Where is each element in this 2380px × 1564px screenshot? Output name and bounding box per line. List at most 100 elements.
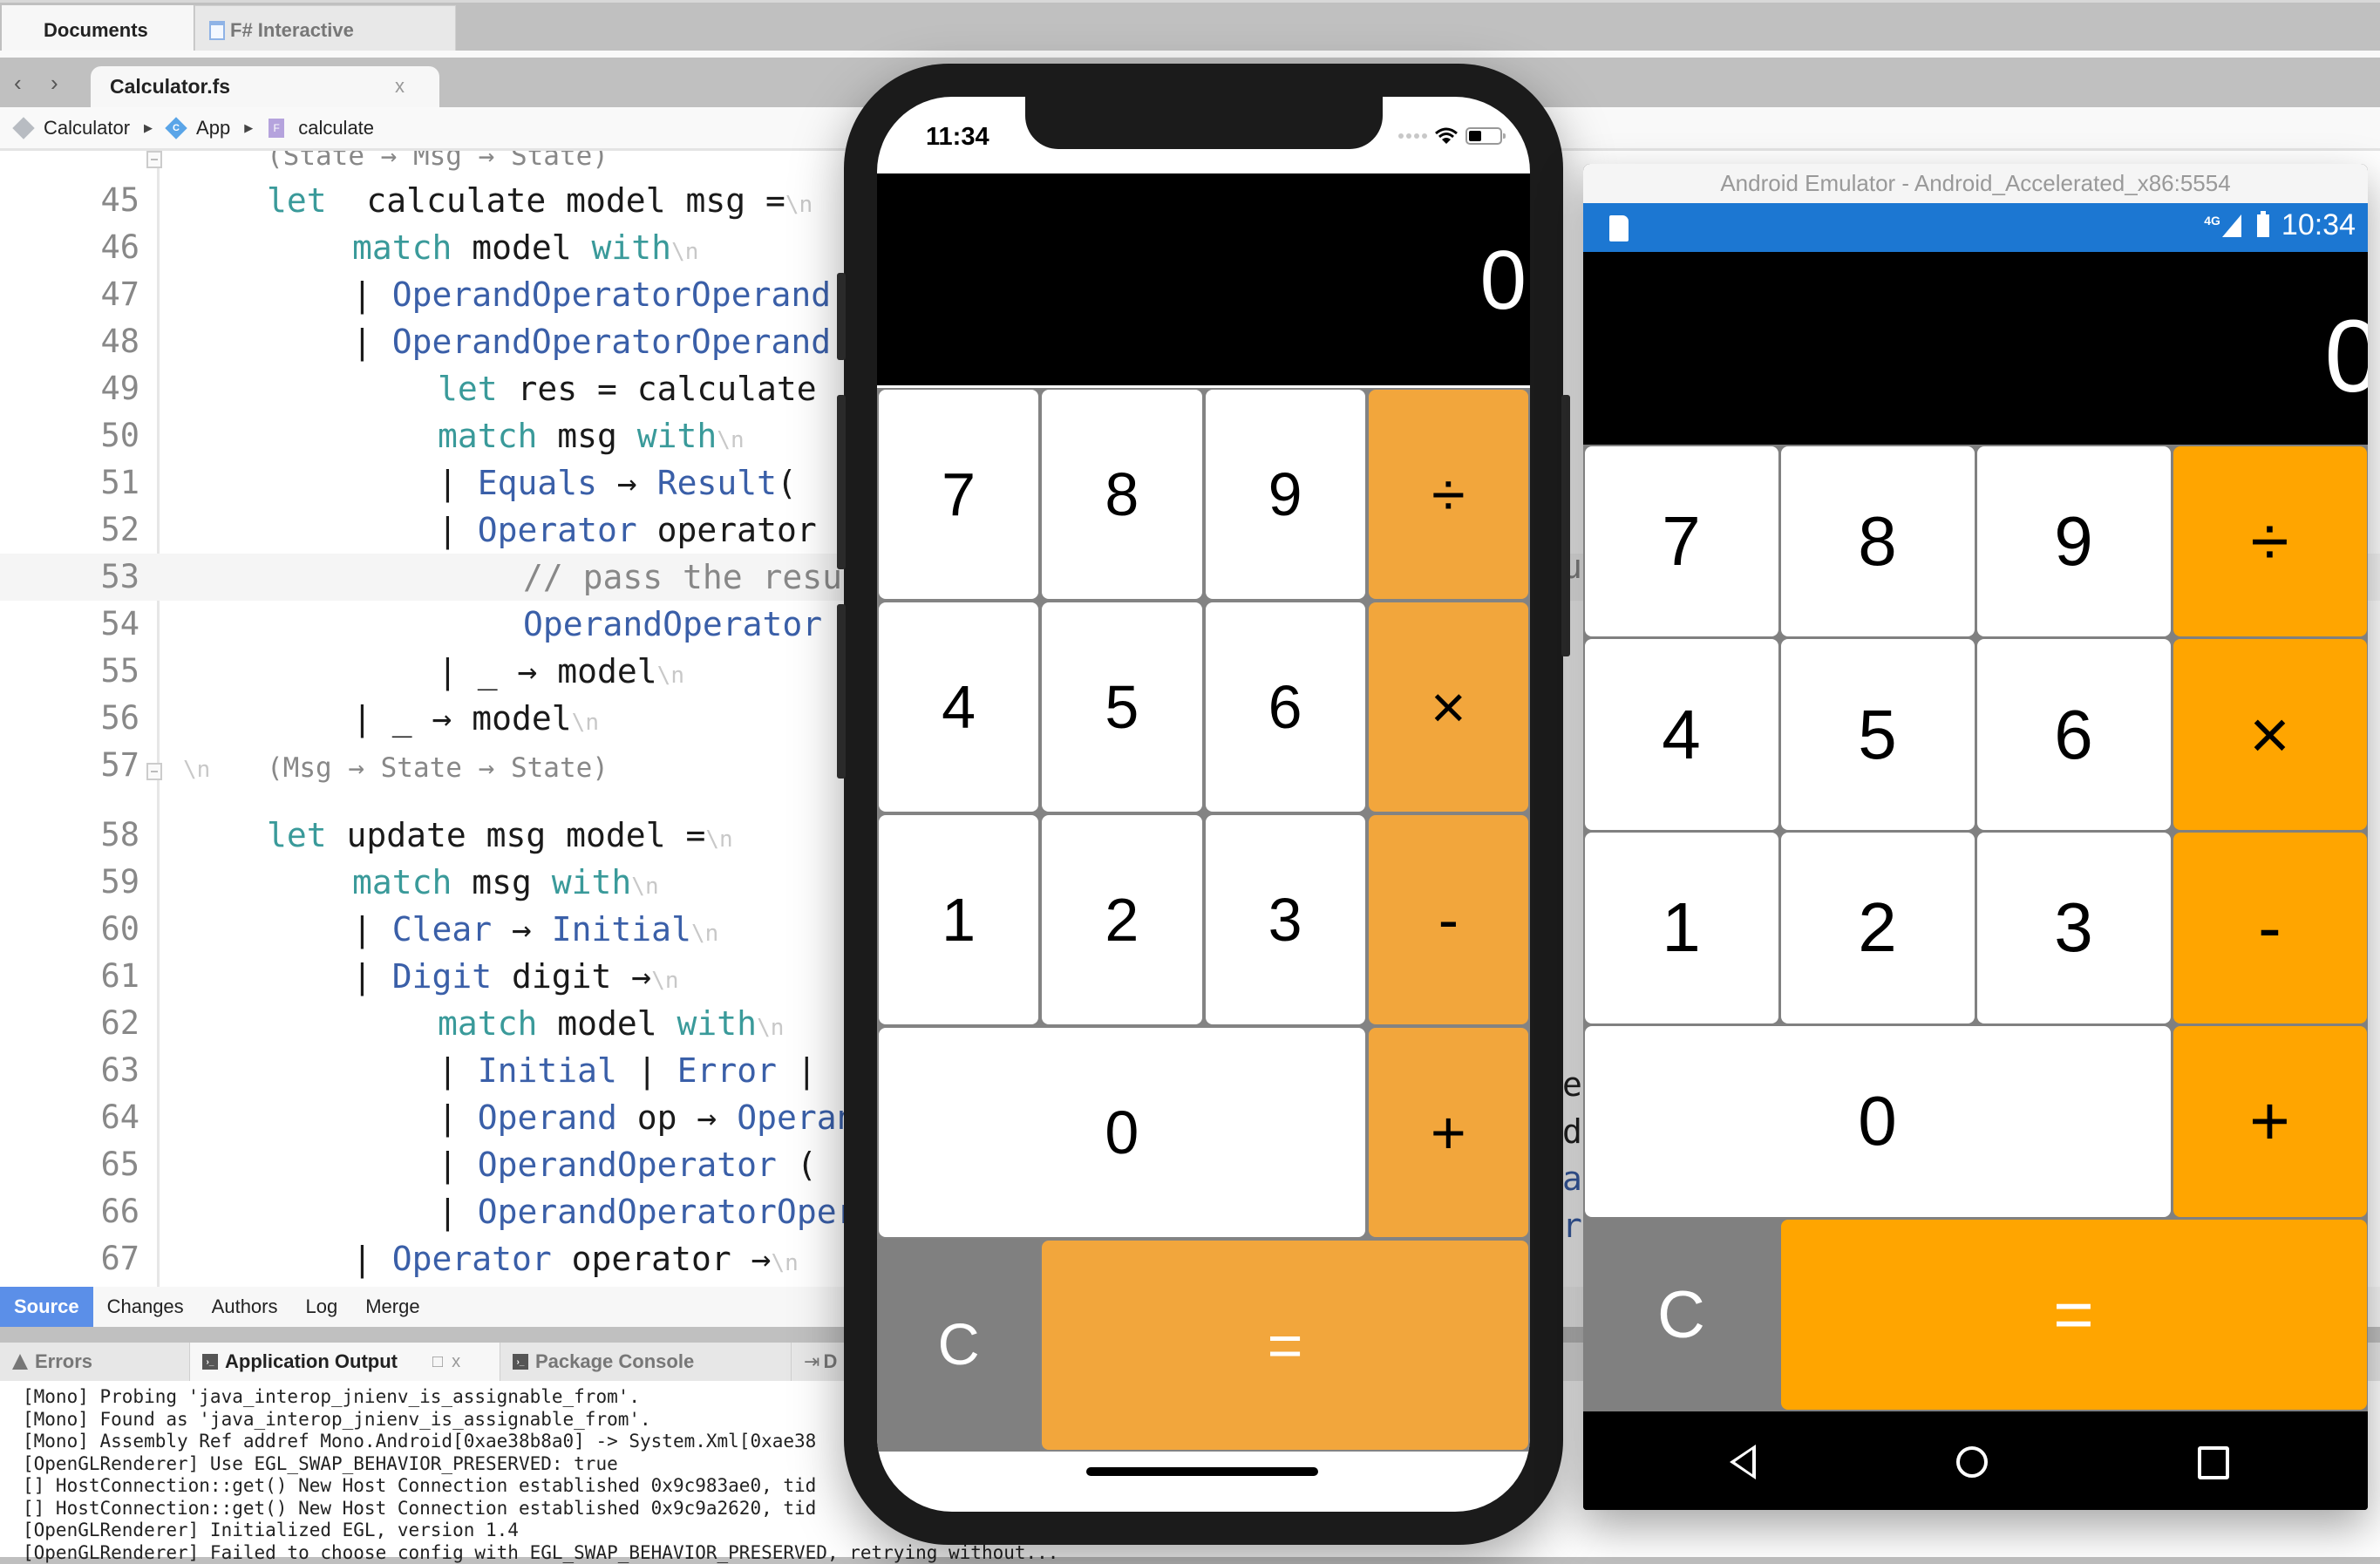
dock-icon[interactable]: □ <box>432 1352 443 1372</box>
tab-documents[interactable]: Documents <box>2 5 194 56</box>
code-text: let update msg model =\n <box>267 812 733 863</box>
digit-8-button[interactable]: 8 <box>1781 446 1975 637</box>
line-number: 63 <box>35 1047 139 1094</box>
line-number: 56 <box>35 695 139 742</box>
digit-6-button[interactable]: 6 <box>1206 602 1365 812</box>
volume-up-button[interactable] <box>837 395 846 569</box>
digit-0-button[interactable]: 0 <box>879 1028 1365 1237</box>
tab-source[interactable]: Source <box>0 1287 93 1327</box>
window-icon <box>209 21 225 40</box>
digit-2-button[interactable]: 2 <box>1781 833 1975 1023</box>
breadcrumb-item-class[interactable]: C App <box>168 117 230 139</box>
breadcrumb-label: calculate <box>298 117 374 139</box>
multiply-button[interactable]: × <box>2173 639 2367 830</box>
calculator-display: 0 <box>1583 252 2368 445</box>
terminal-icon: ›_ <box>513 1354 528 1370</box>
divide-button[interactable]: ÷ <box>1369 390 1528 599</box>
digit-8-button[interactable]: 8 <box>1042 390 1201 599</box>
clear-button[interactable]: C <box>877 1239 1040 1452</box>
home-icon[interactable] <box>1956 1446 1988 1478</box>
equals-button[interactable]: = <box>1042 1241 1528 1450</box>
code-text: // pass the result <box>523 554 882 601</box>
close-icon[interactable]: x <box>452 1352 460 1372</box>
digit-4-button[interactable]: 4 <box>879 602 1038 812</box>
fold-toggle-icon[interactable] <box>146 763 162 780</box>
editor-tab-label: Calculator.fs <box>110 75 230 99</box>
output-line: [OpenGLRenderer] Failed to choose config… <box>23 1542 2380 1564</box>
digit-5-button[interactable]: 5 <box>1781 639 1975 830</box>
cellular-signal-icon <box>1398 133 1427 139</box>
digit-7-button[interactable]: 7 <box>879 390 1038 599</box>
code-text: let calculate model msg =\n <box>267 177 813 228</box>
digit-7-button[interactable]: 7 <box>1585 446 1778 637</box>
subtract-button[interactable]: - <box>2173 833 2367 1023</box>
digit-6-button[interactable]: 6 <box>1977 639 2171 830</box>
line-number: 53 <box>35 554 139 601</box>
code-text: match msg with\n <box>352 859 659 910</box>
device-icon: ⇥ <box>804 1350 819 1373</box>
tab-log[interactable]: Log <box>292 1287 352 1327</box>
mute-switch[interactable] <box>837 273 846 360</box>
back-arrow-icon[interactable]: ‹ <box>14 70 22 97</box>
tab-package-console[interactable]: ›_ Package Console <box>500 1343 792 1381</box>
breadcrumb-item-namespace[interactable]: Calculator <box>16 117 130 139</box>
forward-arrow-icon[interactable]: › <box>51 70 58 97</box>
digit-4-button[interactable]: 4 <box>1585 639 1778 830</box>
tab-authors[interactable]: Authors <box>198 1287 292 1327</box>
line-number: 64 <box>35 1094 139 1141</box>
ios-keypad: 789÷ 456× 123-0+ C= <box>877 388 1530 1452</box>
digit-5-button[interactable]: 5 <box>1042 602 1201 812</box>
warning-icon <box>12 1354 28 1370</box>
code-text: OperandOperator <box>523 601 822 648</box>
android-status-bar: 4G 10:34 <box>1583 203 2368 252</box>
home-indicator[interactable] <box>1086 1467 1318 1476</box>
recent-apps-icon[interactable] <box>2198 1446 2229 1479</box>
divider <box>0 51 2380 58</box>
line-number: 50 <box>35 412 139 459</box>
tab-label: Application Output <box>225 1350 398 1373</box>
tab-errors[interactable]: Errors <box>0 1343 190 1381</box>
digit-3-button[interactable]: 3 <box>1206 815 1365 1024</box>
display-value: 0 <box>1480 233 1527 329</box>
tab-application-output[interactable]: ›_ Application Output □ x <box>190 1343 500 1381</box>
divide-button[interactable]: ÷ <box>2173 446 2367 637</box>
code-text: let res = calculate <box>438 365 817 412</box>
editor-tab-calculator-fs[interactable]: Calculator.fs x <box>91 66 439 107</box>
volume-down-button[interactable] <box>837 604 846 779</box>
document-tab-bar: Documents F# Interactive <box>0 0 2380 53</box>
fold-toggle-icon[interactable] <box>146 151 162 168</box>
cell-signal-icon <box>2222 214 2241 237</box>
clear-button[interactable]: C <box>1583 1218 1779 1411</box>
side-button[interactable] <box>1561 395 1570 656</box>
close-icon[interactable]: x <box>395 75 405 98</box>
digit-0-button[interactable]: 0 <box>1585 1026 2171 1217</box>
digit-2-button[interactable]: 2 <box>1042 815 1201 1024</box>
tab-merge[interactable]: Merge <box>351 1287 433 1327</box>
battery-icon <box>1465 127 1502 145</box>
breadcrumb-separator-icon: ▶ <box>244 121 253 135</box>
tab-label: Package Console <box>535 1350 694 1373</box>
line-number: 62 <box>35 1000 139 1047</box>
tab-label: F# Interactive <box>230 19 354 42</box>
add-button[interactable]: + <box>1369 1028 1528 1237</box>
breadcrumb-item-function[interactable]: F calculate <box>269 117 374 139</box>
function-icon: F <box>269 119 284 138</box>
equals-button[interactable]: = <box>1781 1220 2367 1411</box>
terminal-icon: ›_ <box>202 1354 218 1370</box>
breadcrumb-label: Calculator <box>44 117 130 139</box>
add-button[interactable]: + <box>2173 1026 2367 1217</box>
digit-1-button[interactable]: 1 <box>1585 833 1778 1023</box>
digit-9-button[interactable]: 9 <box>1206 390 1365 599</box>
back-icon[interactable] <box>1730 1445 1756 1479</box>
line-number: 46 <box>35 224 139 271</box>
tab-changes[interactable]: Changes <box>93 1287 198 1327</box>
digit-9-button[interactable]: 9 <box>1977 446 2171 637</box>
line-number: 49 <box>35 365 139 412</box>
subtract-button[interactable]: - <box>1369 815 1528 1024</box>
emulator-title-bar[interactable]: Android Emulator - Android_Accelerated_x… <box>1583 164 2368 204</box>
digit-3-button[interactable]: 3 <box>1977 833 2171 1023</box>
tab-fsharp-interactive[interactable]: F# Interactive <box>194 5 456 56</box>
digit-1-button[interactable]: 1 <box>879 815 1038 1024</box>
multiply-button[interactable]: × <box>1369 602 1528 812</box>
line-number: 67 <box>35 1235 139 1282</box>
